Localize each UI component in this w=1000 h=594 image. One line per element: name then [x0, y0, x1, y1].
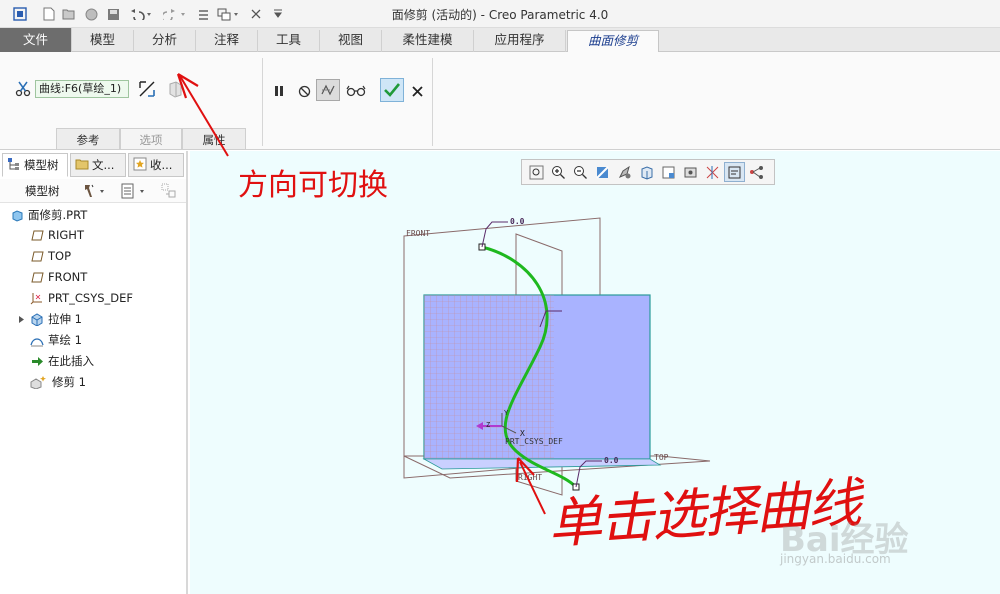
watermark-url: jingyan.baidu.com: [780, 552, 891, 566]
direction-annotation: 方向可切换: [238, 168, 388, 203]
